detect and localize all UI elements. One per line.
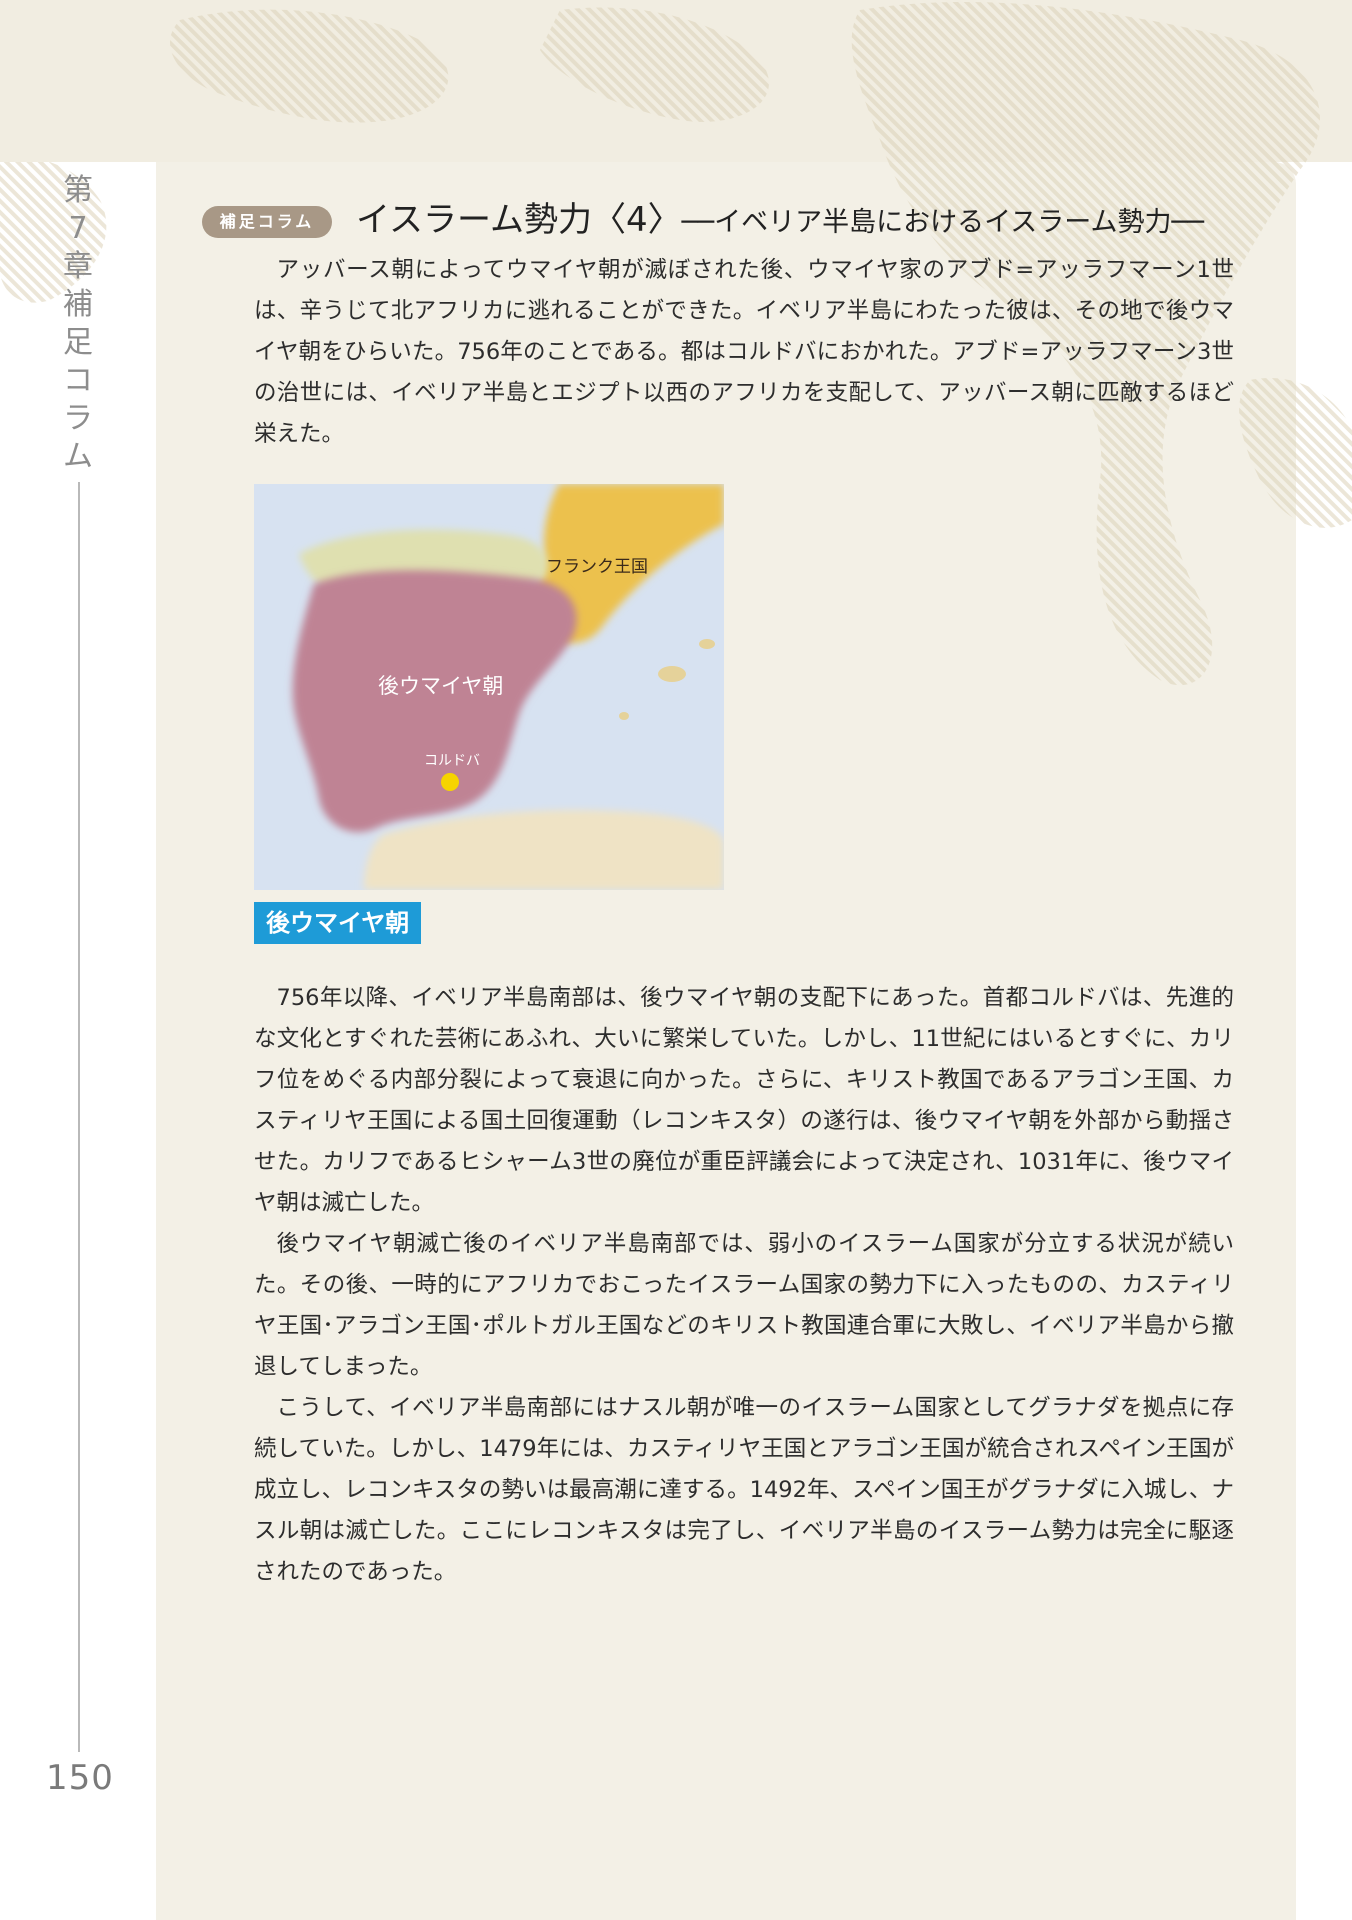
body-paragraph: 後ウマイヤ朝滅亡後のイベリア半島南部では、弱小のイスラーム国家が分立する状況が続…	[254, 1231, 1234, 1380]
sidebar-top-band	[0, 0, 156, 162]
chapter-char: 7	[68, 211, 88, 246]
cordoba-marker	[441, 773, 459, 791]
chapter-char: 足	[63, 325, 93, 360]
chapter-char: 章	[63, 249, 93, 284]
sidebar-divider-line	[78, 482, 80, 1752]
column-title-main: イスラーム勢力〈4〉	[356, 200, 682, 240]
column-title: イスラーム勢力〈4〉──イベリア半島におけるイスラーム勢力──	[356, 196, 1204, 247]
body-paragraph: 756年以降、イベリア半島南部は、後ウマイヤ朝の支配下にあった。首都コルドバは、…	[254, 985, 1234, 1216]
umayyad-map: フランク王国 後ウマイヤ朝 コルドバ	[254, 484, 724, 890]
chapter-char: 第	[63, 173, 93, 208]
page-number: 150	[46, 1758, 114, 1798]
map-caption: 後ウマイヤ朝	[254, 902, 422, 944]
map-label-frank: フランク王国	[546, 557, 648, 577]
map-label-umayyad: 後ウマイヤ朝	[378, 674, 504, 698]
chapter-char: コ	[63, 363, 93, 398]
column-title-subtitle: ──イベリア半島におけるイスラーム勢力──	[681, 207, 1204, 238]
intro-paragraph: アッバース朝によってウマイヤ朝が滅ぼされた後、ウマイヤ家のアブド=アッラフマーン…	[254, 250, 1234, 455]
chapter-vertical-label: 第 7 章 補 足 コ ラ ム	[58, 172, 98, 476]
map-label-cordoba: コルドバ	[424, 753, 480, 769]
intro-text: アッバース朝によってウマイヤ朝が滅ぼされた後、ウマイヤ家のアブド=アッラフマーン…	[254, 257, 1234, 447]
body-paragraphs: 756年以降、イベリア半島南部は、後ウマイヤ朝の支配下にあった。首都コルドバは、…	[254, 978, 1234, 1593]
island-menorca	[699, 639, 715, 649]
island-mallorca	[658, 666, 686, 682]
body-paragraph: こうして、イベリア半島南部にはナスル朝が唯一のイスラーム国家としてグラナダを拠点…	[254, 1395, 1234, 1585]
chapter-char: 補	[63, 287, 93, 322]
chapter-char: ム	[63, 439, 93, 474]
column-badge: 補足コラム	[202, 206, 332, 238]
chapter-char: ラ	[63, 401, 93, 436]
island-ibiza	[619, 712, 629, 720]
